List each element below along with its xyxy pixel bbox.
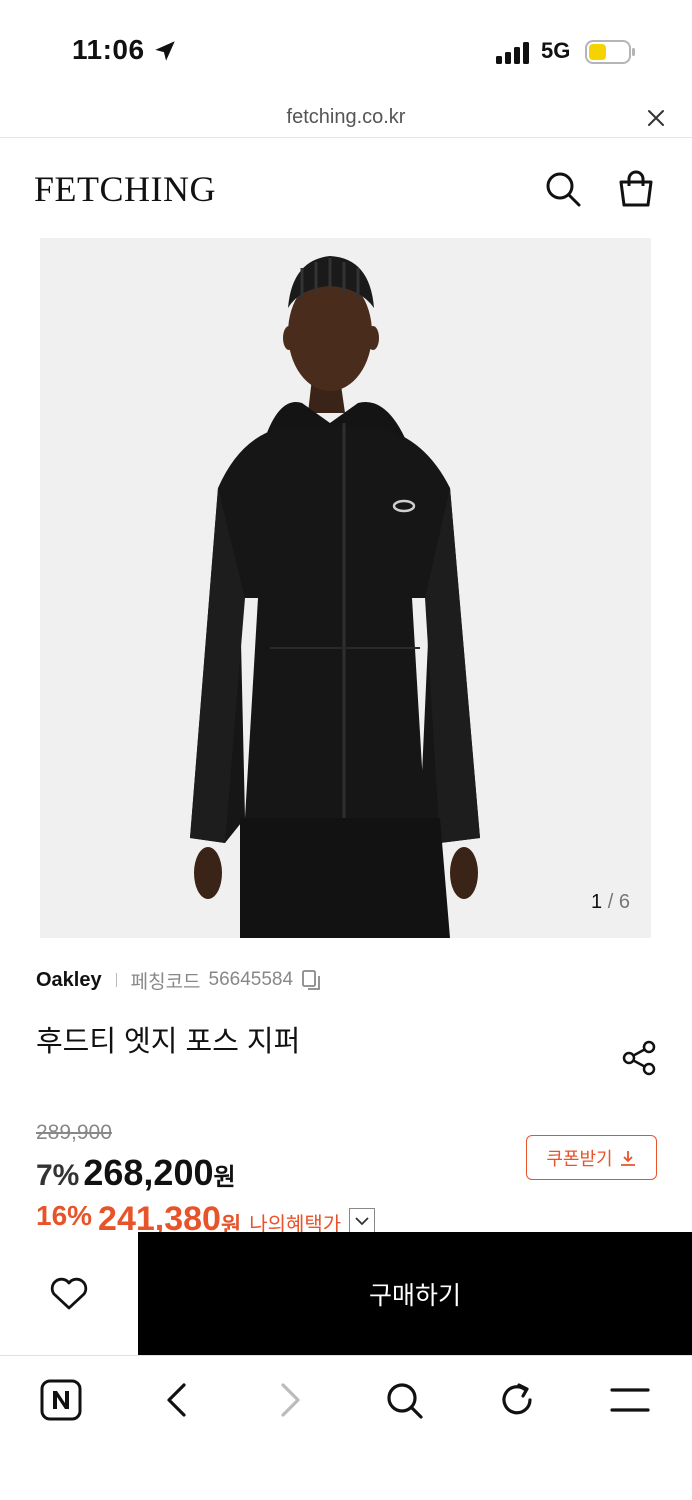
back-button[interactable] — [152, 1376, 200, 1424]
member-discount-rate: 16% — [36, 1200, 93, 1231]
menu-button[interactable] — [606, 1376, 654, 1424]
coupon-button[interactable]: 쿠폰받기 — [526, 1135, 657, 1180]
forward-button[interactable] — [267, 1376, 315, 1424]
status-bar: 11:06 5G — [0, 0, 692, 100]
image-counter-total: 6 — [618, 891, 630, 913]
member-price-line: 16% 241,380 원 나의혜택가 — [36, 1200, 376, 1232]
search-icon — [387, 1383, 423, 1419]
image-counter: 1 / 6 — [591, 891, 651, 914]
coupon-label: 쿠폰받기 — [546, 1148, 613, 1169]
image-counter-separator: / — [607, 891, 614, 913]
site-logo[interactable]: FETCHING — [34, 168, 216, 210]
naver-home-button[interactable] — [37, 1376, 85, 1424]
battery-icon — [585, 40, 635, 64]
location-arrow-icon — [155, 41, 175, 61]
browser-search-button[interactable] — [380, 1376, 428, 1424]
url-text[interactable]: fetching.co.kr — [0, 106, 692, 129]
sale-price: 268,200 — [83, 1152, 214, 1193]
benefit-toggle[interactable] — [349, 1208, 376, 1232]
naver-icon — [40, 1379, 82, 1421]
menu-icon — [610, 1388, 650, 1412]
network-type: 5G — [541, 38, 571, 63]
product-code: 56645584 — [208, 969, 294, 990]
shopping-bag-icon[interactable] — [617, 170, 655, 208]
product-code-label: 페칭코드 — [130, 971, 201, 993]
heart-icon — [50, 1277, 88, 1309]
close-icon[interactable] — [646, 108, 666, 128]
purchase-action-bar: 구매하기 — [0, 1232, 692, 1355]
search-icon[interactable] — [544, 170, 582, 208]
model-hoodie-image — [190, 256, 480, 938]
url-bar[interactable]: fetching.co.kr — [0, 100, 692, 138]
share-icon[interactable] — [622, 1040, 658, 1076]
brand-name[interactable]: Oakley — [36, 969, 102, 992]
site-header: FETCHING — [0, 140, 692, 238]
divider — [115, 973, 117, 987]
signal-icon — [496, 42, 529, 64]
chevron-down-icon — [355, 1217, 369, 1226]
download-icon — [620, 1150, 635, 1166]
product-name: 후드티 엣지 포스 지퍼 — [36, 1026, 301, 1058]
refresh-button[interactable] — [493, 1376, 541, 1424]
brand-line: Oakley 페칭코드 56645584 — [36, 966, 323, 994]
discount-rate: 7% — [36, 1159, 80, 1192]
forward-icon — [281, 1383, 300, 1417]
wishlist-button[interactable] — [0, 1232, 138, 1355]
back-icon — [167, 1383, 186, 1417]
price-unit: 원 — [213, 1164, 236, 1191]
sale-price-line: 7% 268,200 원 — [36, 1152, 236, 1194]
member-price-unit: 원 — [220, 1213, 242, 1232]
browser-toolbar — [0, 1355, 692, 1500]
image-counter-current: 1 — [591, 891, 603, 913]
member-price: 241,380 — [98, 1200, 221, 1232]
refresh-icon — [502, 1383, 532, 1415]
buy-button[interactable]: 구매하기 — [138, 1232, 692, 1355]
benefit-label: 나의혜택가 — [249, 1214, 342, 1232]
original-price: 289,900 — [36, 1121, 112, 1144]
product-image[interactable]: 1 / 6 — [40, 238, 651, 938]
status-time: 11:06 — [72, 34, 145, 65]
copy-icon[interactable] — [301, 969, 323, 991]
